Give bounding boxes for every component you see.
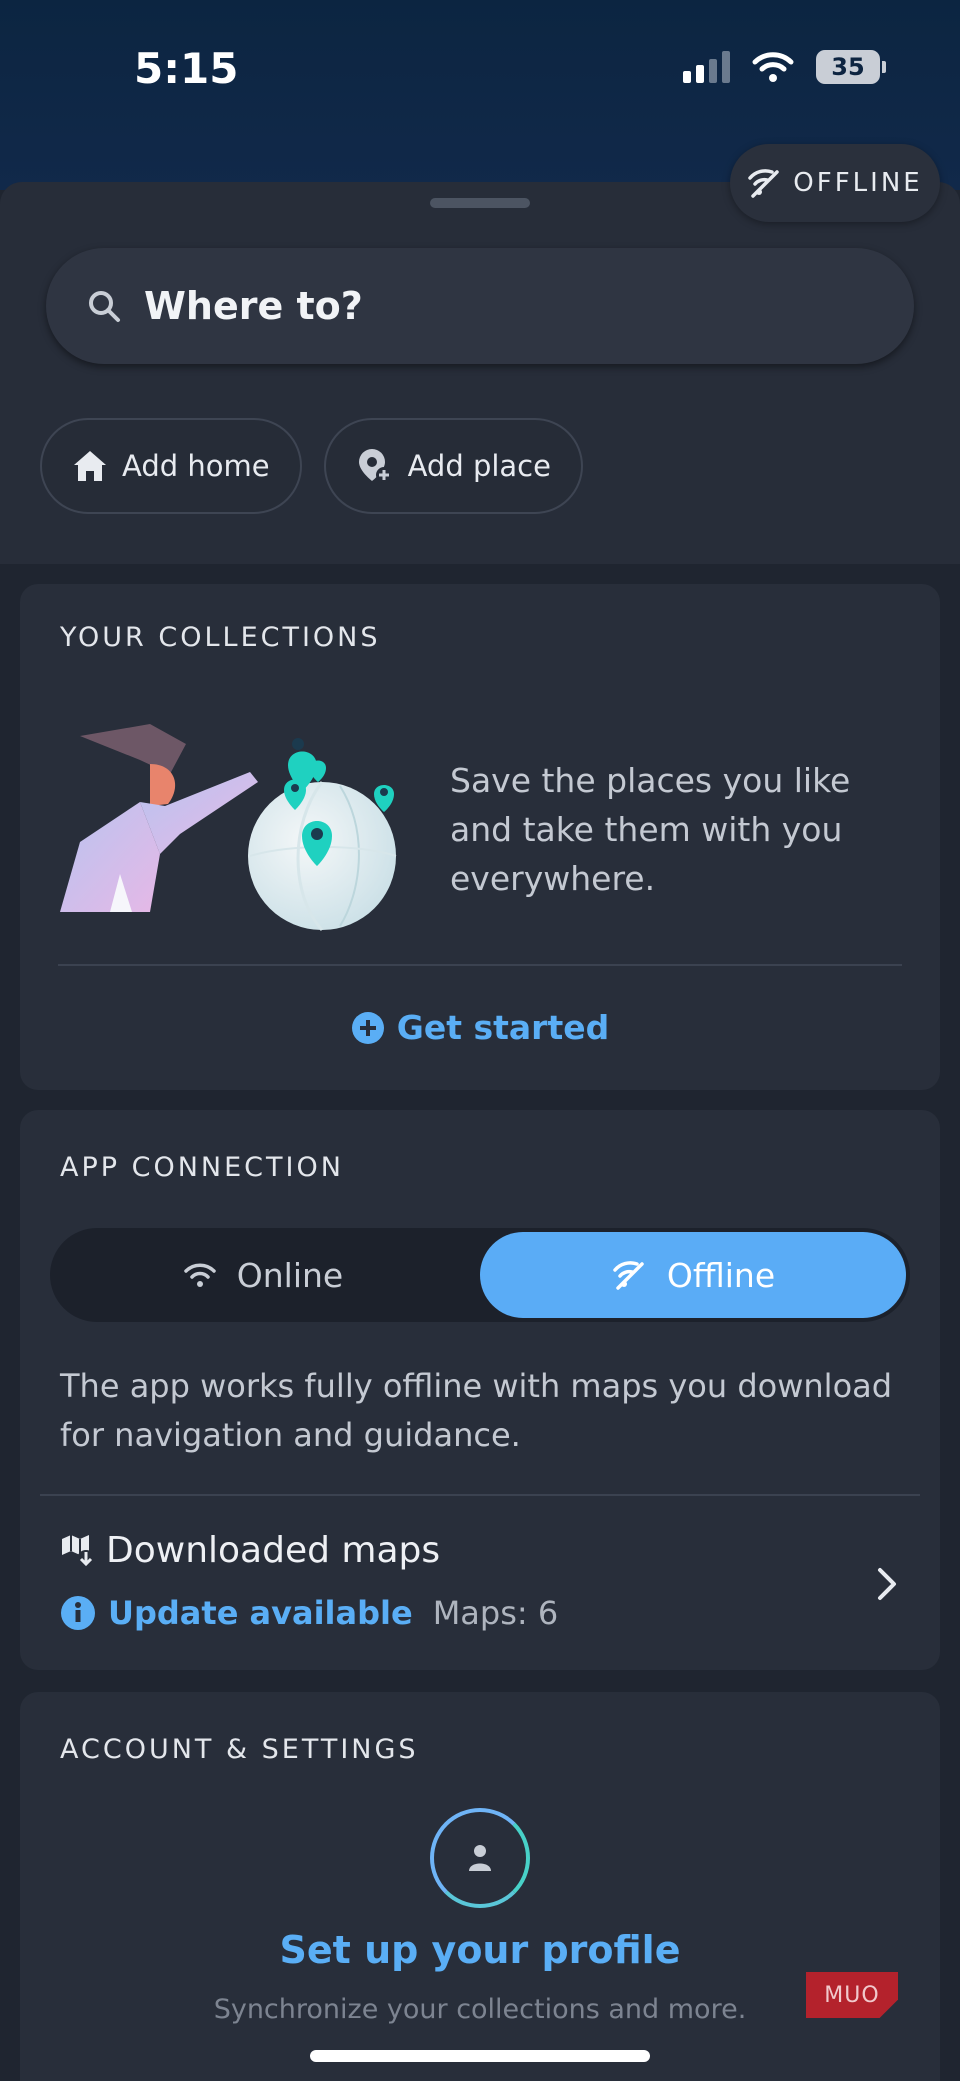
get-started-label: Get started [396, 1008, 610, 1047]
downloaded-maps-title: Downloaded maps [106, 1530, 441, 1571]
search-icon [89, 291, 120, 322]
maps-count: Maps: 6 [432, 1594, 559, 1632]
app-connection-card: APP CONNECTION Online Offline The app wo… [20, 1110, 940, 1670]
map-download-icon [62, 1534, 95, 1568]
plus-circle-icon [351, 1011, 384, 1044]
downloaded-maps-status: Update available Maps: 6 [60, 1594, 558, 1632]
wifi-icon [752, 52, 794, 82]
status-time: 5:15 [134, 44, 239, 93]
info-icon [61, 1596, 95, 1630]
offline-option[interactable]: Offline [480, 1232, 906, 1318]
sheet-drag-handle[interactable] [430, 198, 530, 208]
add-place-label: Add place [407, 449, 551, 483]
online-option[interactable]: Online [50, 1228, 476, 1322]
collections-title: YOUR COLLECTIONS [60, 622, 381, 653]
collections-description: Save the places you like and take them w… [450, 761, 851, 898]
wifi-icon [184, 1263, 216, 1287]
collections-illustration [60, 724, 397, 931]
status-icons: 35 [683, 50, 886, 84]
profile-subtitle: Synchronize your collections and more. [213, 1994, 747, 2025]
connection-toggle: Online Offline [50, 1228, 910, 1322]
profile-avatar[interactable] [430, 1808, 530, 1908]
home-indicator[interactable] [310, 2050, 650, 2062]
get-started-button[interactable]: Get started [20, 1008, 940, 1047]
offline-wifi-icon [748, 169, 780, 198]
user-icon [469, 1845, 491, 1871]
add-home-label: Add home [122, 449, 270, 483]
chevron-right-icon [878, 1568, 896, 1600]
offline-status-badge[interactable]: OFFLINE [730, 144, 940, 222]
update-available-label: Update available [108, 1594, 413, 1632]
connection-divider [40, 1494, 920, 1496]
watermark-logo: MUO [806, 1972, 898, 2018]
offline-badge-label: OFFLINE [793, 168, 923, 198]
search-placeholder: Where to? [144, 284, 363, 328]
battery-icon: 35 [816, 50, 886, 84]
offline-wifi-icon [613, 1261, 644, 1290]
online-label: Online [236, 1255, 344, 1295]
home-icon [74, 451, 106, 481]
search-bar[interactable]: Where to? [46, 248, 914, 364]
add-place-button[interactable]: Add place [323, 418, 583, 514]
connection-description: The app works fully offline with maps yo… [60, 1367, 893, 1454]
add-home-button[interactable]: Add home [40, 418, 302, 514]
downloaded-maps-row[interactable]: Downloaded maps Update available Maps: 6 [60, 1530, 920, 1650]
setup-profile-button[interactable]: Set up your profile [20, 1928, 940, 1972]
cellular-signal-icon [683, 51, 730, 83]
collections-divider [58, 964, 902, 966]
offline-label: Offline [666, 1255, 776, 1295]
bottom-sheet-header: Where to? Add home Add place [0, 182, 960, 564]
add-place-pin-icon [358, 449, 392, 483]
account-settings-title: ACCOUNT & SETTINGS [60, 1734, 419, 1765]
collections-card: YOUR COLLECTIONS Save the places you lik… [20, 584, 940, 1090]
shortcut-chips: Add home Add place [40, 418, 583, 514]
account-settings-card: ACCOUNT & SETTINGS Set up your profile S… [20, 1692, 940, 2081]
downloaded-maps-header: Downloaded maps [60, 1530, 440, 1571]
app-connection-title: APP CONNECTION [60, 1152, 344, 1183]
